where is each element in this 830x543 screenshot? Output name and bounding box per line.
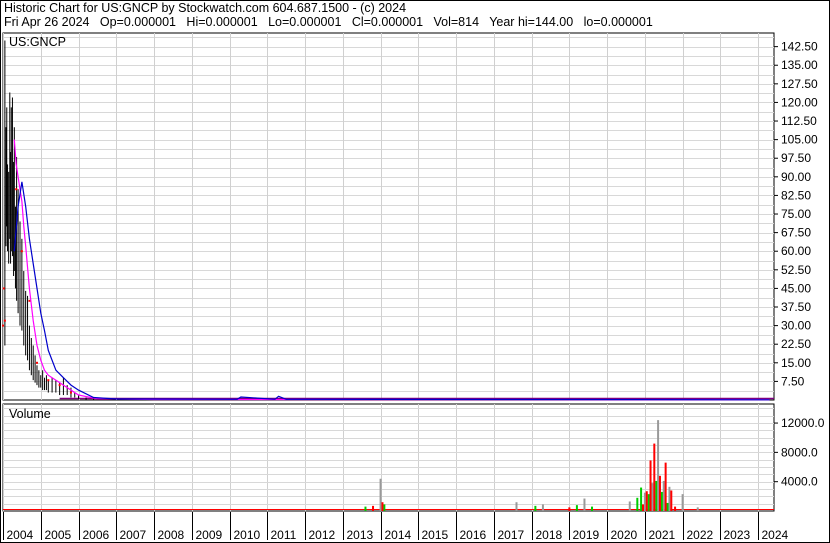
- x-tick-label: 2010: [234, 528, 261, 542]
- volume-bar: [640, 487, 643, 511]
- volume-bar: [575, 505, 578, 511]
- x-tick-label: 2017: [498, 528, 525, 542]
- volume-bar: [674, 506, 677, 511]
- price-y-tick-label: 82.50: [781, 188, 811, 202]
- x-tick-label: 2015: [422, 528, 449, 542]
- x-tick-label: 2006: [83, 528, 110, 542]
- volume-bar: [372, 505, 375, 511]
- price-y-tick-label: 7.50: [781, 374, 805, 388]
- price-point: [47, 379, 50, 382]
- x-tick-label: 2021: [649, 528, 676, 542]
- volume-bar: [643, 492, 646, 511]
- x-tick-label: 2008: [158, 528, 185, 542]
- volume-bar: [653, 443, 656, 511]
- x-tick-label: 2023: [724, 528, 751, 542]
- price-y-tick-label: 60.00: [781, 244, 811, 258]
- volume-bar: [681, 494, 684, 511]
- price-point: [20, 250, 23, 253]
- volume-bar: [645, 491, 648, 511]
- volume-bar: [649, 460, 652, 511]
- x-tick-label: 2011: [271, 528, 297, 542]
- x-tick-label: 2016: [460, 528, 487, 542]
- volume-bar: [636, 497, 639, 511]
- price-y-tick-label: 75.00: [781, 207, 811, 221]
- price-y-tick-label: 90.00: [781, 170, 811, 184]
- x-tick-label: 2018: [536, 528, 563, 542]
- price-point: [58, 384, 61, 387]
- x-tick-label: 2020: [611, 528, 638, 542]
- x-tick-label: 2007: [120, 528, 147, 542]
- volume-bar: [641, 504, 644, 511]
- volume-bar: [662, 480, 665, 511]
- volume-bar: [583, 498, 586, 511]
- volume-bar: [666, 502, 669, 511]
- volume-bar: [364, 506, 367, 511]
- x-tick-label: 2009: [196, 528, 223, 542]
- price-y-tick-label: 22.50: [781, 337, 811, 351]
- x-tick-label: 2014: [385, 528, 412, 542]
- volume-bar: [515, 502, 518, 511]
- stock-chart: 2004 2005 2006 2007 2008 2009 2010 2011 2012 2013…: [0, 0, 830, 543]
- x-tick-label: 2013: [347, 528, 374, 542]
- price-y-tick-label: 105.00: [781, 133, 818, 147]
- volume-bar: [383, 504, 386, 511]
- volume-y-tick-label: 12000.0: [781, 416, 825, 430]
- volume-bar: [668, 486, 671, 511]
- volume-bar: [379, 478, 382, 511]
- price-panel-label: US:GNCP: [9, 35, 66, 49]
- price-y-tick-label: 45.00: [781, 281, 811, 295]
- price-y-tick-label: 15.00: [781, 356, 811, 370]
- price-y-tick-label: 30.00: [781, 319, 811, 333]
- volume-bar: [670, 490, 673, 511]
- x-tick-label: 2024: [762, 528, 789, 542]
- price-point: [3, 319, 6, 322]
- price-y-tick-label: 37.50: [781, 300, 811, 314]
- volume-y-tick-label: 4000.0: [781, 475, 818, 489]
- price-y-tick-label: 142.50: [781, 40, 818, 54]
- volume-bar: [628, 501, 631, 511]
- x-tick-label: 2005: [45, 528, 72, 542]
- volume-bar: [658, 475, 661, 511]
- price-point: [28, 299, 31, 302]
- volume-bar: [655, 480, 658, 511]
- price-y-tick-label: 97.50: [781, 151, 811, 165]
- price-y-tick-label: 67.50: [781, 226, 811, 240]
- volume-bar: [664, 462, 667, 511]
- price-point: [35, 361, 38, 364]
- volume-bar: [381, 502, 384, 511]
- price-point: [2, 287, 5, 290]
- volume-bar: [651, 483, 654, 511]
- x-tick-label: 2012: [309, 528, 336, 542]
- price-y-tick-label: 120.00: [781, 95, 818, 109]
- x-tick-label: 2004: [7, 528, 34, 542]
- price-point: [2, 324, 4, 327]
- price-point: [69, 391, 72, 394]
- volume-bar: [534, 505, 537, 511]
- volume-bar: [647, 494, 650, 511]
- volume-y-tick-label: 8000.0: [781, 445, 818, 459]
- price-point: [15, 188, 18, 191]
- x-tick-label: 2019: [573, 528, 600, 542]
- volume-bar: [696, 507, 699, 511]
- volume-bar: [591, 506, 594, 511]
- price-y-tick-label: 112.50: [781, 114, 817, 128]
- price-grid: [2, 32, 775, 401]
- volume-bar: [541, 504, 544, 511]
- price-y-tick-label: 135.00: [781, 58, 818, 72]
- price-y-tick-label: 127.50: [781, 77, 818, 91]
- volume-panel-label: Volume: [9, 407, 51, 421]
- volume-bar: [568, 507, 571, 511]
- price-y-tick-label: 52.50: [781, 263, 811, 277]
- volume-bar: [657, 420, 660, 511]
- volume-bar: [660, 491, 663, 511]
- x-tick-label: 2022: [687, 528, 714, 542]
